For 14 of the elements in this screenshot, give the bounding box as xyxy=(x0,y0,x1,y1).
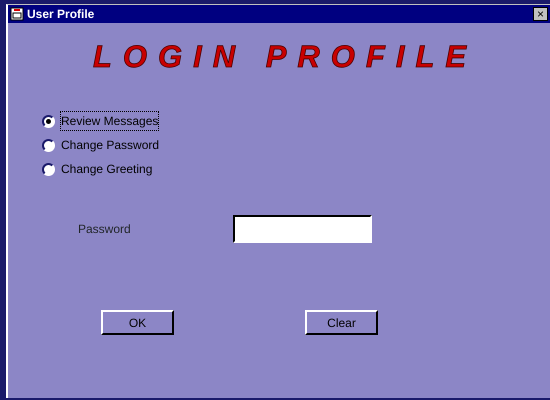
radio-label[interactable]: Review Messages xyxy=(61,112,158,130)
radio-button[interactable] xyxy=(42,114,55,128)
window-title: User Profile xyxy=(27,6,94,23)
heading: LOGIN PROFILE xyxy=(92,41,478,72)
password-field[interactable] xyxy=(233,215,372,243)
clear-button[interactable]: Clear xyxy=(305,310,378,335)
ok-button[interactable]: OK xyxy=(101,310,174,335)
radio-label[interactable]: Change Password xyxy=(61,136,160,154)
close-button[interactable]: × xyxy=(533,7,548,21)
radio-button[interactable] xyxy=(42,162,55,176)
radio-button[interactable] xyxy=(42,138,55,152)
radio-label[interactable]: Change Greeting xyxy=(61,160,152,178)
password-label: Password xyxy=(78,221,132,238)
app-icon xyxy=(10,7,24,21)
